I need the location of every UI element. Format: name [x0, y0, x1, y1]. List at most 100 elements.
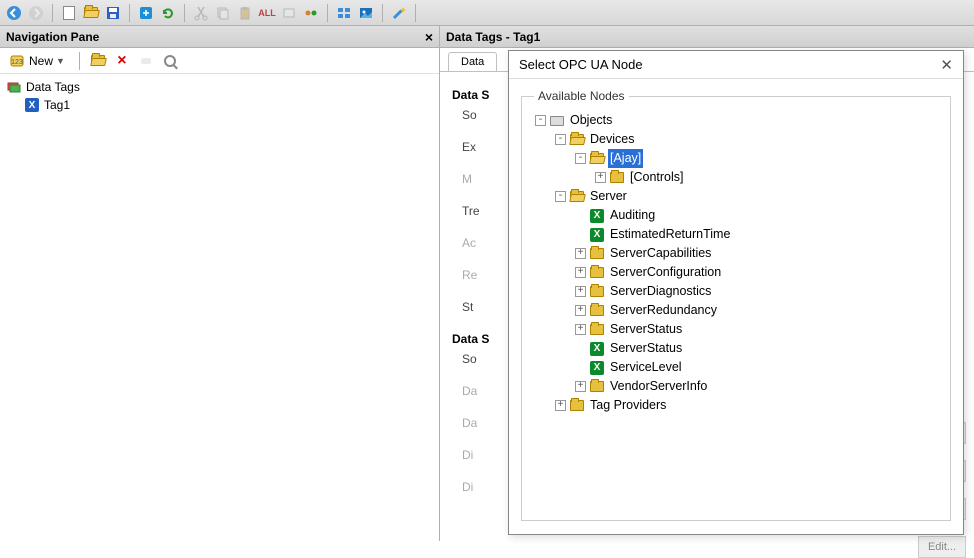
tag-icon: X	[24, 97, 40, 113]
tree-node[interactable]: + VendorServerInfo	[532, 377, 940, 396]
collapse-icon[interactable]: -	[575, 153, 586, 164]
expand-icon[interactable]: +	[555, 400, 566, 411]
folder-icon	[589, 247, 605, 261]
content-title: Data Tags - Tag1	[446, 30, 540, 44]
nav-pane-title: Navigation Pane	[6, 30, 99, 44]
tree-node[interactable]: +ServerStatus	[532, 320, 940, 339]
tree-node-label: ServiceLevel	[608, 358, 684, 377]
format-icon	[279, 3, 299, 23]
folder-icon	[589, 323, 605, 337]
refresh-icon[interactable]	[158, 3, 178, 23]
tree-root[interactable]: Data Tags	[6, 78, 433, 96]
tree-node[interactable]: + ServerConfiguration	[532, 263, 940, 282]
variable-icon: X	[589, 361, 605, 375]
separator	[382, 4, 383, 22]
save-icon[interactable]	[103, 3, 123, 23]
folder-icon	[569, 399, 585, 413]
tree-node-label: Auditing	[608, 206, 657, 225]
folder-open-icon	[589, 152, 605, 166]
cut-icon	[191, 3, 211, 23]
tree-node-label: EstimatedReturnTime	[608, 225, 732, 244]
new-button-label: New	[29, 54, 53, 68]
expand-spacer	[575, 229, 586, 240]
back-icon[interactable]	[4, 3, 24, 23]
folder-open-icon	[569, 190, 585, 204]
expand-icon[interactable]: +	[575, 248, 586, 259]
paste-all-icon[interactable]: ALL	[257, 3, 277, 23]
expand-icon[interactable]: +	[575, 267, 586, 278]
expand-icon[interactable]: +	[575, 305, 586, 316]
tree-node-label: ServerConfiguration	[608, 263, 723, 282]
wizard-icon[interactable]	[389, 3, 409, 23]
tree-node-label: Devices	[588, 130, 636, 149]
expand-icon[interactable]: +	[595, 172, 606, 183]
tree-node[interactable]: +ServerRedundancy	[532, 301, 940, 320]
tree-node[interactable]: + ServerDiagnostics	[532, 282, 940, 301]
collapse-icon[interactable]: -	[535, 115, 546, 126]
tree-item-tag1[interactable]: X Tag1	[6, 96, 433, 114]
expand-icon[interactable]: +	[575, 324, 586, 335]
folder-icon	[589, 285, 605, 299]
folder-icon	[609, 171, 625, 185]
collapse-icon[interactable]: -	[555, 191, 566, 202]
tree-node[interactable]: XServerStatus	[532, 339, 940, 358]
nav-tree: Data Tags X Tag1	[0, 74, 439, 118]
separator	[415, 4, 416, 22]
new-button[interactable]: 123 New ▼	[4, 51, 71, 71]
tree-node[interactable]: - Objects	[532, 111, 940, 130]
tree-node-label: Objects	[568, 111, 614, 130]
delete-icon[interactable]: ×	[112, 51, 132, 71]
select-opc-node-dialog: Select OPC UA Node ✕ Available Nodes -Ob…	[508, 50, 964, 535]
tree-node[interactable]: + Tag Providers	[532, 396, 940, 415]
tree-node-label: Server	[588, 187, 629, 206]
link-icon[interactable]	[301, 3, 321, 23]
link-tag-icon	[136, 51, 156, 71]
tree-node[interactable]: XEstimatedReturnTime	[532, 225, 940, 244]
open-folder-icon[interactable]	[81, 3, 101, 23]
tree-node[interactable]: - Devices	[532, 130, 940, 149]
tree-root-label: Data Tags	[26, 80, 80, 94]
folder-icon	[589, 266, 605, 280]
tab-data[interactable]: Data	[448, 52, 497, 71]
separator	[52, 4, 53, 22]
tree-node-label: ServerCapabilities	[608, 244, 713, 263]
tile-icon[interactable]	[334, 3, 354, 23]
expand-spacer	[575, 362, 586, 373]
tags-icon	[6, 79, 22, 95]
fieldset-legend: Available Nodes	[534, 89, 629, 103]
tree-node[interactable]: - Server	[532, 187, 940, 206]
folder-icon	[589, 380, 605, 394]
tree-node-label: ServerDiagnostics	[608, 282, 713, 301]
close-icon[interactable]: ✕	[940, 56, 953, 74]
search-icon[interactable]	[160, 51, 180, 71]
nav-pane-header: Navigation Pane ×	[0, 26, 439, 48]
open-folder-icon[interactable]	[88, 51, 108, 71]
tree-node-label: VendorServerInfo	[608, 377, 709, 396]
tree-node[interactable]: -[Ajay]	[532, 149, 940, 168]
folder-open-icon	[569, 133, 585, 147]
separator	[184, 4, 185, 22]
top-toolbar: ALL	[0, 0, 974, 26]
tree-node[interactable]: + [Controls]	[532, 168, 940, 187]
image-icon[interactable]	[356, 3, 376, 23]
object-icon	[549, 114, 565, 128]
export-icon[interactable]	[136, 3, 156, 23]
separator	[79, 52, 80, 70]
variable-icon: X	[589, 342, 605, 356]
tree-node[interactable]: XAuditing	[532, 206, 940, 225]
dialog-body: Available Nodes -Objects-Devices-[Ajay]+…	[509, 79, 963, 531]
tree-node-label: ServerStatus	[608, 339, 684, 358]
expand-icon[interactable]: +	[575, 286, 586, 297]
expand-icon[interactable]: +	[575, 381, 586, 392]
tree-node[interactable]: + ServerCapabilities	[532, 244, 940, 263]
tree-node-label: Tag Providers	[588, 396, 668, 415]
folder-icon	[589, 304, 605, 318]
tree-node-label: [Controls]	[628, 168, 686, 187]
new-doc-icon[interactable]	[59, 3, 79, 23]
close-icon[interactable]: ×	[425, 29, 433, 45]
tree-node[interactable]: XServiceLevel	[532, 358, 940, 377]
svg-text:123: 123	[11, 59, 23, 66]
chevron-down-icon: ▼	[56, 56, 65, 66]
collapse-icon[interactable]: -	[555, 134, 566, 145]
edit-button[interactable]: Edit...	[918, 536, 966, 558]
